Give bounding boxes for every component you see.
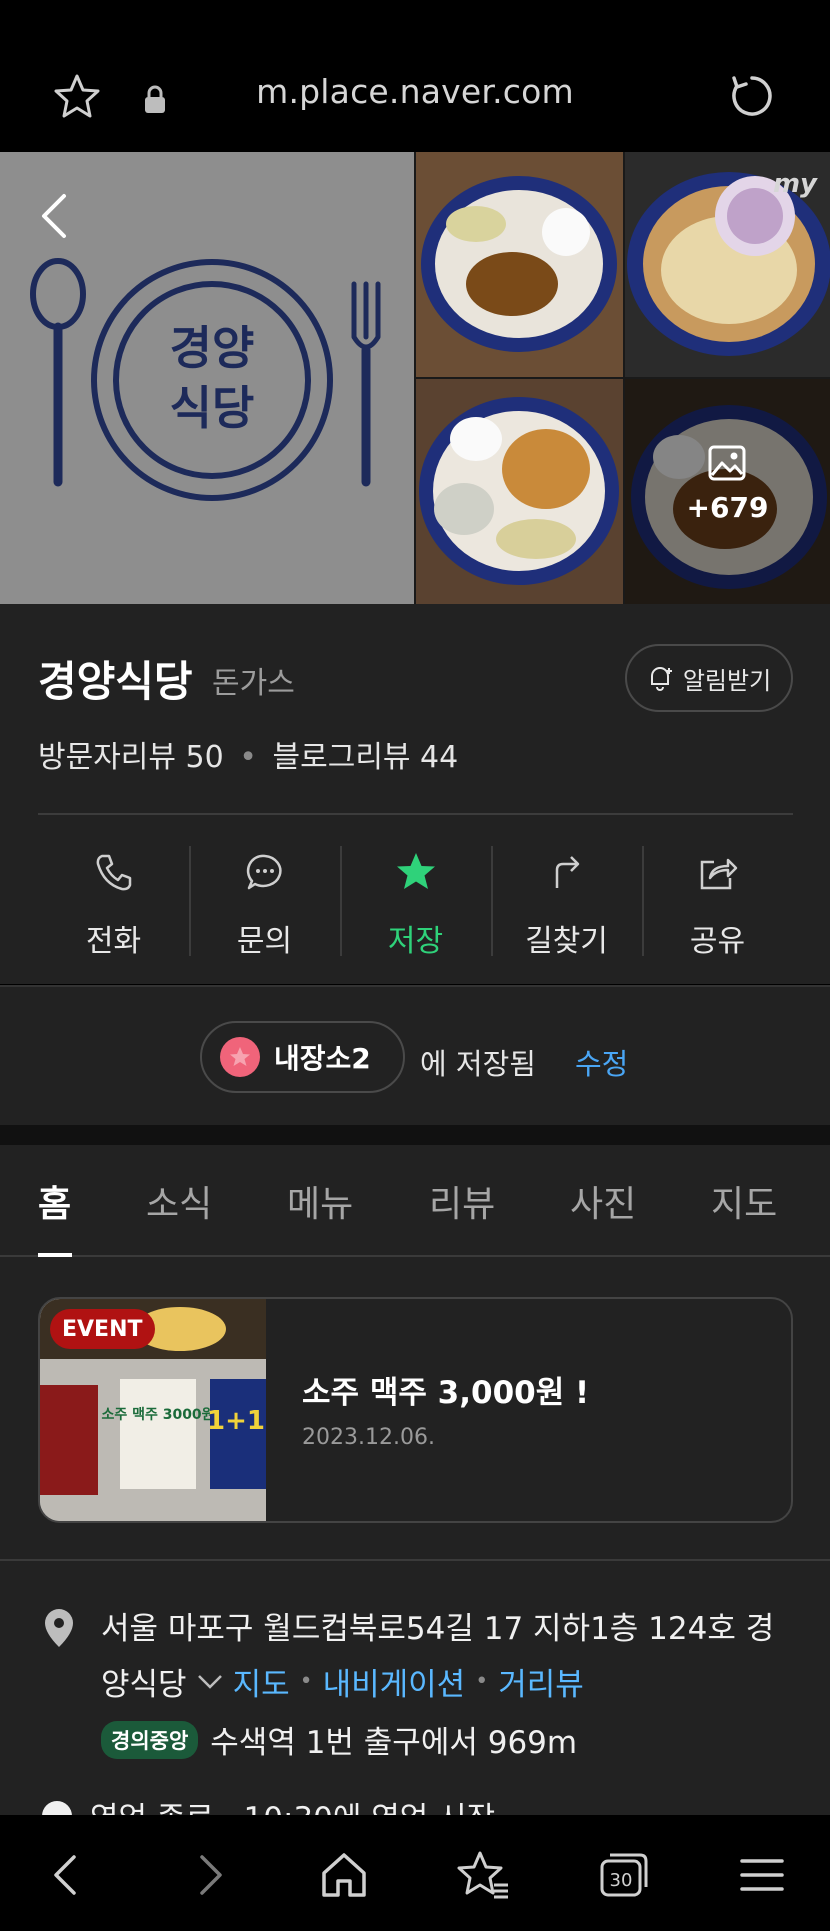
image-icon bbox=[708, 445, 746, 481]
saved-list-name: 내장소2 bbox=[274, 1042, 371, 1075]
tab-map[interactable]: 지도 bbox=[711, 1175, 777, 1227]
food-photo-thumb[interactable] bbox=[416, 152, 623, 377]
separator-dot: • bbox=[239, 740, 257, 775]
bell-plus-icon bbox=[650, 667, 672, 691]
save-label: 저장 bbox=[387, 924, 444, 959]
tab-news[interactable]: 소식 bbox=[146, 1175, 212, 1227]
content-tabs: 홈 소식 메뉴 리뷰 사진 지도 bbox=[0, 1145, 830, 1257]
food-photo-thumb[interactable] bbox=[416, 379, 623, 604]
more-photos-thumb[interactable]: +679 bbox=[625, 379, 830, 604]
blog-reviews-link[interactable]: 블로그리뷰 44 bbox=[273, 740, 459, 775]
edit-saved-link[interactable]: 수정 bbox=[575, 1041, 628, 1083]
tab-review[interactable]: 리뷰 bbox=[429, 1175, 495, 1227]
home-icon[interactable] bbox=[316, 1847, 372, 1903]
address-line2: 양식당 bbox=[101, 1667, 187, 1703]
tabs-button[interactable]: 30 bbox=[596, 1847, 652, 1903]
star-icon bbox=[396, 853, 435, 889]
visitor-reviews-link[interactable]: 방문자리뷰 50 bbox=[38, 740, 224, 775]
divider bbox=[0, 1559, 830, 1561]
event-image: 소주 맥주 3000원 1+1 EVENT bbox=[40, 1299, 266, 1521]
directions-icon bbox=[555, 856, 579, 888]
tab-menu[interactable]: 메뉴 bbox=[287, 1175, 353, 1227]
event-date: 2023.12.06. bbox=[302, 1425, 435, 1450]
place-name: 경양식당 bbox=[38, 657, 193, 706]
street-view-link[interactable]: 거리뷰 bbox=[498, 1659, 584, 1704]
food-photo-thumb[interactable]: my bbox=[625, 152, 830, 377]
place-info: 경양식당 돈가스 알림받기 방문자리뷰 50 • 블로그리뷰 44 전화 문의 bbox=[0, 604, 830, 984]
location-pin-icon bbox=[45, 1609, 73, 1647]
subway-distance: 수색역 1번 출구에서 969m bbox=[210, 1725, 578, 1761]
share-icon bbox=[700, 858, 737, 890]
review-summary: 방문자리뷰 50 • 블로그리뷰 44 bbox=[38, 732, 458, 776]
my-badge: my bbox=[773, 169, 818, 199]
address-line2-row: 양식당 지도 • 내비게이션 • 거리뷰 bbox=[101, 1659, 584, 1704]
divider bbox=[38, 813, 793, 815]
separator-dot: • bbox=[299, 1669, 313, 1694]
tabs-count: 30 bbox=[610, 1870, 633, 1891]
forward-icon[interactable] bbox=[180, 1847, 236, 1903]
business-hours-text: 영업 종료 · 10:30에 영업 시작 bbox=[90, 1793, 495, 1817]
tab-photo[interactable]: 사진 bbox=[570, 1175, 636, 1227]
subway-line-badge: 경의중앙 bbox=[101, 1720, 199, 1759]
event-badge: EVENT bbox=[50, 1309, 155, 1349]
saved-list-chip[interactable]: 내장소2 bbox=[200, 1021, 405, 1093]
map-link[interactable]: 지도 bbox=[233, 1659, 290, 1704]
svg-text:1+1: 1+1 bbox=[207, 1406, 265, 1436]
browser-top-bar: m.place.naver.com bbox=[0, 0, 830, 150]
address-line1: 서울 마포구 월드컵북로54길 17 지하1층 124호 경 bbox=[101, 1611, 775, 1647]
browser-bottom-nav: 30 bbox=[0, 1815, 830, 1931]
home-content: 소주 맥주 3000원 1+1 EVENT 소주 맥주 3,000원 ! 202… bbox=[0, 1257, 830, 1817]
logo-text-line2: 식당 bbox=[170, 381, 255, 435]
tab-home[interactable]: 홈 bbox=[38, 1175, 71, 1227]
menu-icon[interactable] bbox=[734, 1847, 790, 1903]
event-poster-text: 소주 맥주 3000원 bbox=[101, 1406, 214, 1423]
logo-text-line1: 경양 bbox=[170, 321, 255, 375]
event-card[interactable]: 소주 맥주 3000원 1+1 EVENT 소주 맥주 3,000원 ! 202… bbox=[38, 1297, 793, 1523]
saved-list-dot bbox=[220, 1037, 260, 1077]
chat-icon bbox=[246, 854, 282, 890]
star-icon bbox=[230, 1047, 250, 1066]
navigation-link[interactable]: 내비게이션 bbox=[323, 1659, 466, 1704]
save-button[interactable]: 저장 bbox=[340, 836, 491, 966]
directions-label: 길찾기 bbox=[525, 924, 608, 959]
action-bar: 전화 문의 저장 길찾기 공유 bbox=[38, 836, 793, 966]
tabs-icon: 30 bbox=[600, 1853, 648, 1897]
hero-gallery: 경양 식당 my +679 bbox=[0, 152, 830, 604]
event-title: 소주 맥주 3,000원 ! bbox=[302, 1375, 590, 1411]
subway-info: 경의중앙 수색역 1번 출구에서 969m bbox=[101, 1717, 577, 1762]
phone-icon bbox=[96, 854, 131, 891]
more-photos-count: +679 bbox=[686, 491, 769, 524]
inquiry-button[interactable]: 문의 bbox=[189, 836, 340, 966]
call-button[interactable]: 전화 bbox=[38, 836, 189, 966]
section-gap bbox=[0, 1125, 830, 1145]
back-arrow-icon[interactable] bbox=[34, 186, 74, 246]
back-icon[interactable] bbox=[40, 1847, 96, 1903]
share-label: 공유 bbox=[689, 924, 746, 959]
notification-label: 알림받기 bbox=[682, 666, 772, 695]
saved-text: 에 저장됨 bbox=[420, 1047, 536, 1081]
place-category: 돈가스 bbox=[212, 666, 295, 701]
notification-button[interactable]: 알림받기 bbox=[625, 644, 793, 712]
reload-icon[interactable] bbox=[728, 72, 776, 120]
bookmarks-icon[interactable] bbox=[456, 1847, 512, 1903]
inquiry-label: 문의 bbox=[236, 924, 293, 959]
call-label: 전화 bbox=[85, 924, 142, 959]
share-button[interactable]: 공유 bbox=[642, 836, 793, 966]
url-bar[interactable]: m.place.naver.com bbox=[0, 72, 830, 111]
separator-dot: • bbox=[475, 1669, 489, 1694]
saved-status: 내장소2 에 저장됨 수정 bbox=[0, 985, 830, 1125]
chevron-down-icon[interactable] bbox=[197, 1673, 223, 1691]
directions-button[interactable]: 길찾기 bbox=[491, 836, 642, 966]
business-hours-row[interactable]: 영업 종료 · 10:30에 영업 시작 bbox=[42, 1793, 495, 1817]
